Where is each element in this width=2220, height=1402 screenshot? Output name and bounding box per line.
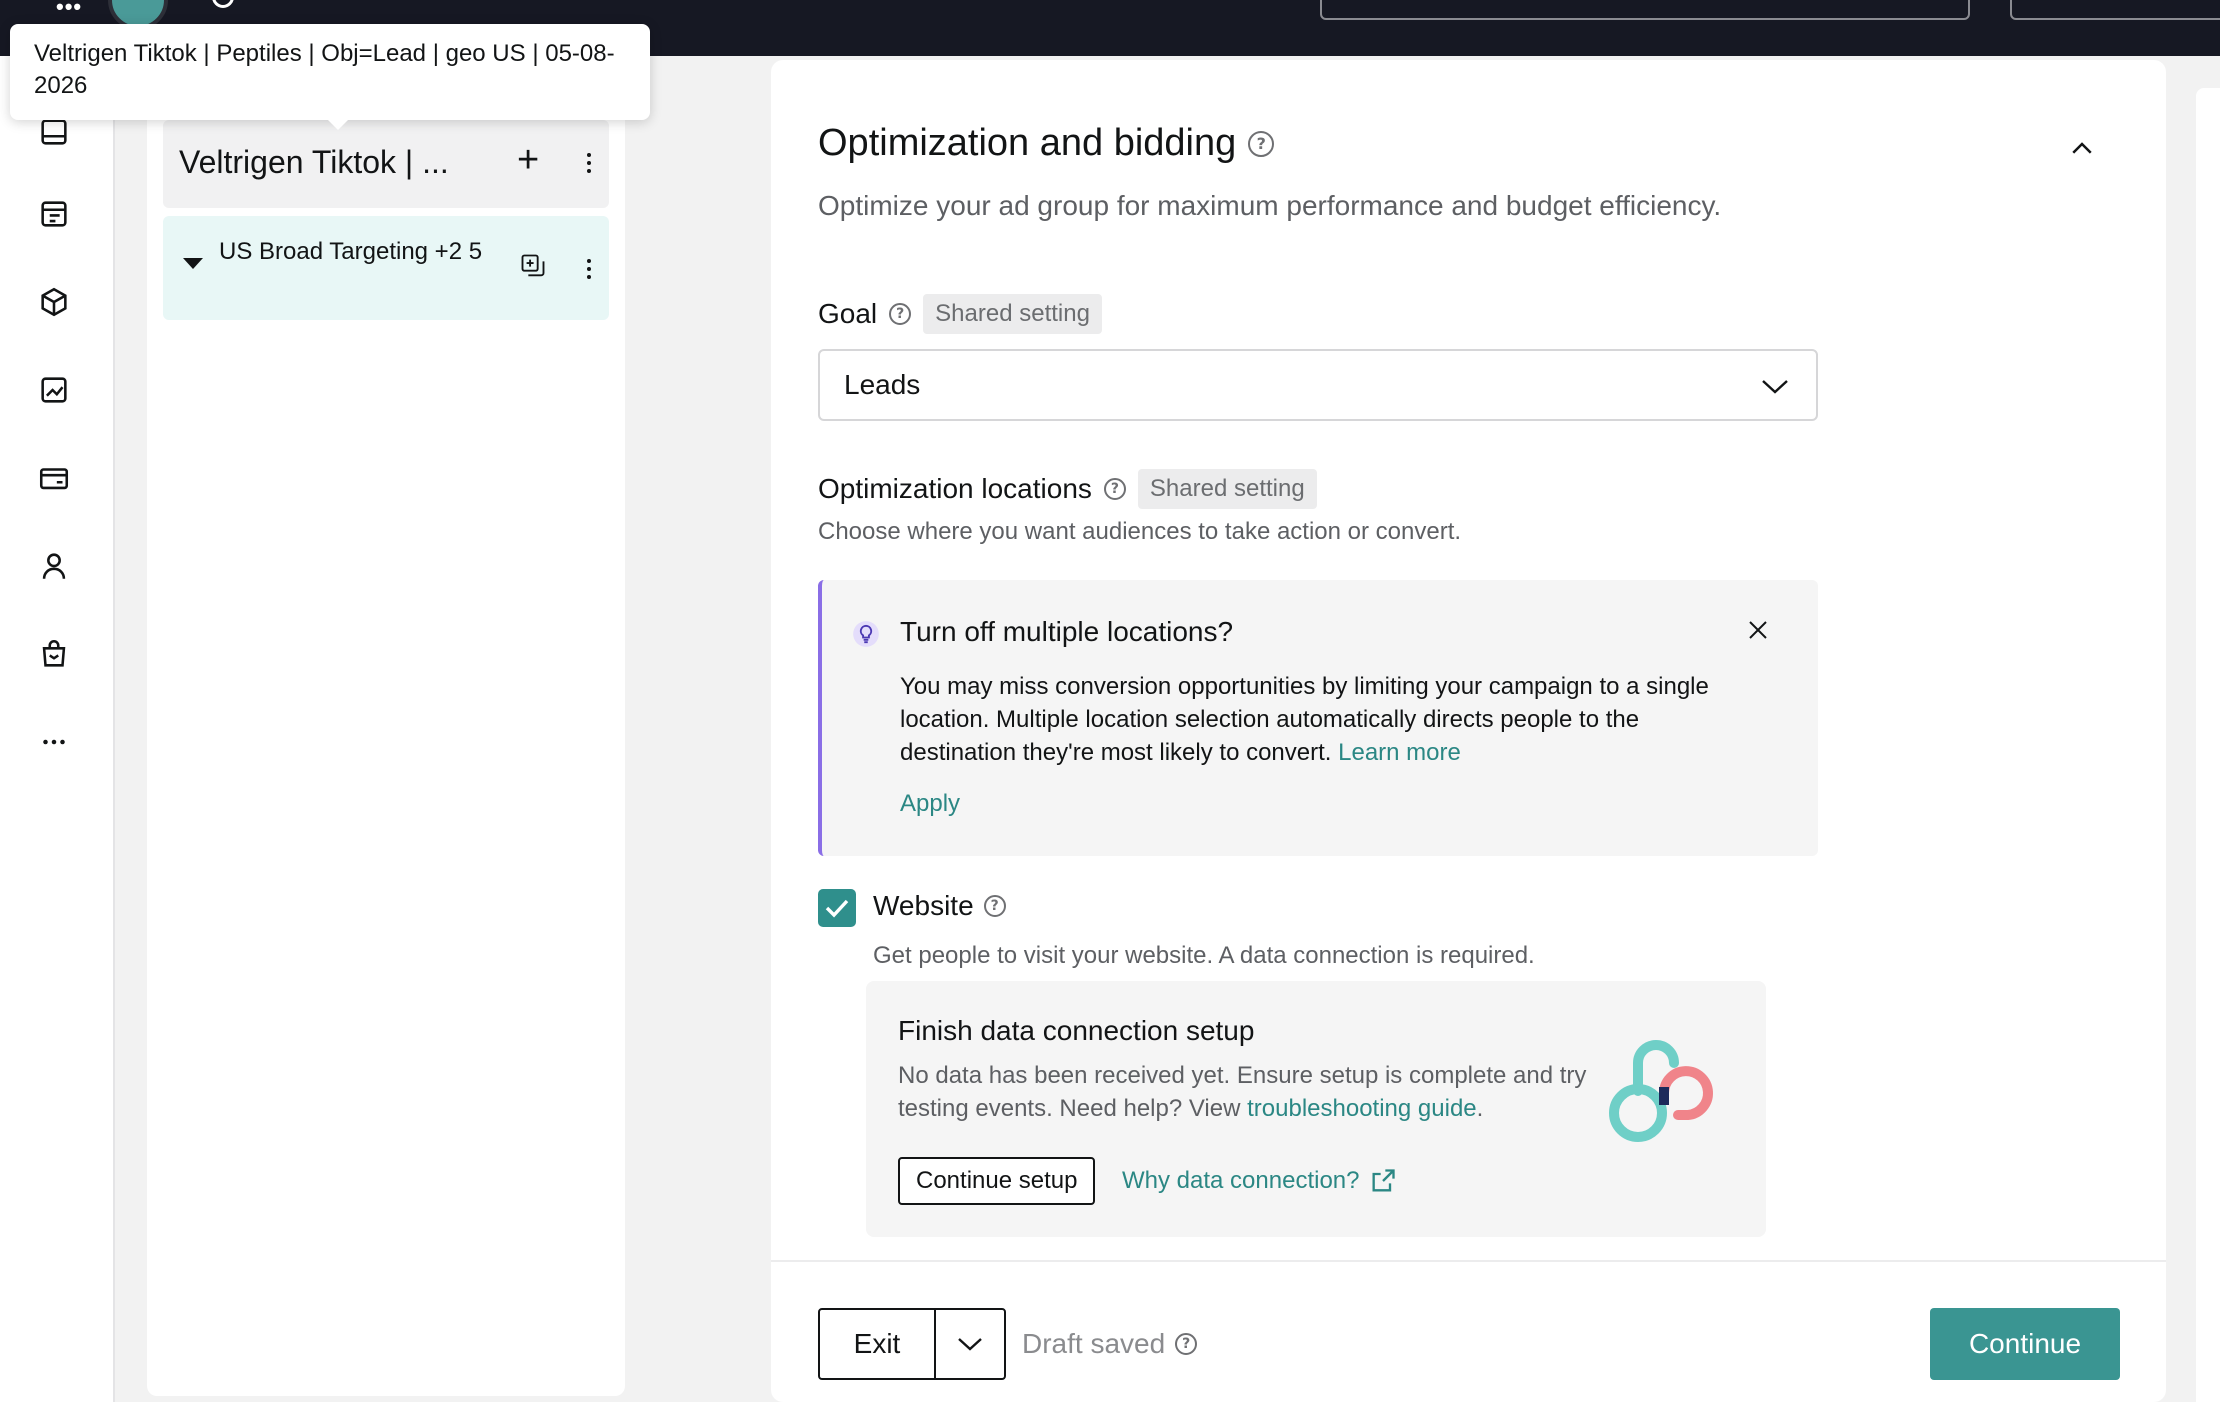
data-connection-illustration: [1609, 1040, 1713, 1142]
exit-split-button: Exit: [818, 1308, 1006, 1380]
section-subtitle: Optimize your ad group for maximum perfo…: [818, 190, 1722, 221]
exit-dropdown-button[interactable]: [936, 1310, 1004, 1378]
campaign-name: Veltrigen Tiktok | ...: [179, 144, 449, 180]
right-side-panel-edge: [2196, 88, 2220, 1402]
account-search-field[interactable]: [1320, 0, 1970, 20]
check-icon: [825, 899, 849, 918]
adgroup-more-vertical-icon[interactable]: [577, 254, 601, 284]
shared-setting-badge: Shared setting: [1137, 469, 1317, 509]
data-connection-period: .: [1476, 1095, 1484, 1122]
data-connection-body: No data has been received yet. Ensure se…: [898, 1059, 1598, 1125]
locations-label-text: Optimization locations: [818, 473, 1092, 504]
website-description: Get people to visit your website. A data…: [873, 942, 1535, 969]
chevron-down-icon[interactable]: [1760, 375, 1790, 397]
shared-setting-badge: Shared setting: [923, 294, 1102, 334]
analytics-icon[interactable]: [36, 372, 72, 408]
help-circle-icon[interactable]: ?: [1248, 130, 1275, 157]
billing-card-icon[interactable]: [36, 460, 72, 496]
continue-button[interactable]: Continue: [1930, 1308, 2120, 1380]
multiple-locations-notice: Turn off multiple locations? You may mis…: [818, 580, 1818, 856]
troubleshooting-guide-link[interactable]: troubleshooting guide: [1247, 1095, 1477, 1122]
goal-select[interactable]: Leads: [818, 349, 1818, 421]
brand-logo-icon: [212, 0, 234, 8]
campaign-more-vertical-icon[interactable]: [577, 148, 601, 178]
data-connection-title: Finish data connection setup: [898, 1015, 1255, 1046]
data-connection-card: Finish data connection setup No data has…: [866, 981, 1766, 1237]
footer-divider: [771, 1260, 2166, 1262]
goal-label: Goal ? Shared setting: [818, 294, 1102, 334]
campaign-name-tooltip: Veltrigen Tiktok | Peptiles | Obj=Lead |…: [10, 24, 650, 130]
left-nav-rail: [0, 56, 115, 1402]
website-label: Website ?: [873, 890, 1006, 922]
goal-label-text: Goal: [818, 298, 878, 329]
lightbulb-icon: [853, 621, 879, 647]
chevron-up-icon[interactable]: [2067, 134, 2097, 164]
why-data-connection-text: Why data connection?: [1122, 1167, 1360, 1194]
shopping-bag-icon[interactable]: [36, 636, 72, 672]
audience-person-icon[interactable]: [36, 548, 72, 584]
website-checkbox[interactable]: [818, 889, 856, 927]
website-label-text: Website: [873, 890, 974, 921]
locations-label: Optimization locations ? Shared setting: [818, 469, 1317, 509]
add-adgroup-plus-icon[interactable]: +: [517, 140, 539, 180]
duplicate-icon[interactable]: [519, 252, 547, 280]
locations-description: Choose where you want audiences to take …: [818, 518, 1462, 545]
assets-box-icon[interactable]: [36, 284, 72, 320]
campaign-icon[interactable]: [36, 196, 72, 232]
exit-button[interactable]: Exit: [820, 1310, 936, 1378]
help-circle-icon[interactable]: ?: [983, 895, 1006, 917]
adgroup-name: US Broad Targeting +2 5: [219, 238, 483, 265]
app-grid-icon[interactable]: •••: [56, 0, 82, 20]
chevron-down-icon: [958, 1338, 982, 1351]
draft-status-text: Draft saved: [1022, 1328, 1166, 1359]
campaign-tree-panel: Veltrigen Tiktok | ... + US Broad Target…: [147, 56, 625, 1396]
help-circle-icon[interactable]: ?: [1103, 478, 1126, 500]
section-title: Optimization and bidding ?: [818, 122, 1275, 165]
apply-link[interactable]: Apply: [900, 790, 960, 818]
adgroup-tree-item[interactable]: US Broad Targeting +2 5: [163, 216, 609, 320]
caret-down-icon[interactable]: [183, 258, 203, 269]
why-data-connection-link[interactable]: Why data connection?: [1122, 1167, 1397, 1195]
close-icon[interactable]: [1746, 618, 1770, 642]
notice-body-text: You may miss conversion opportunities by…: [900, 673, 1709, 766]
continue-setup-button[interactable]: Continue setup: [898, 1157, 1096, 1205]
more-horizontal-icon[interactable]: [36, 724, 72, 760]
section-title-text: Optimization and bidding: [818, 122, 1237, 164]
goal-select-value: Leads: [844, 369, 921, 400]
external-link-icon: [1372, 1169, 1396, 1192]
campaign-tree-item[interactable]: Veltrigen Tiktok | ... +: [163, 120, 609, 208]
optimization-section-card: Optimization and bidding ? Optimize your…: [771, 60, 2166, 1402]
help-circle-icon[interactable]: ?: [1175, 1333, 1198, 1355]
learn-more-link[interactable]: Learn more: [1338, 739, 1461, 766]
notice-body: You may miss conversion opportunities by…: [900, 670, 1760, 769]
help-circle-icon[interactable]: ?: [889, 303, 912, 325]
account-selector[interactable]: [2010, 0, 2220, 20]
draft-status: Draft saved ?: [1022, 1328, 1198, 1360]
notice-title: Turn off multiple locations?: [900, 616, 1234, 647]
